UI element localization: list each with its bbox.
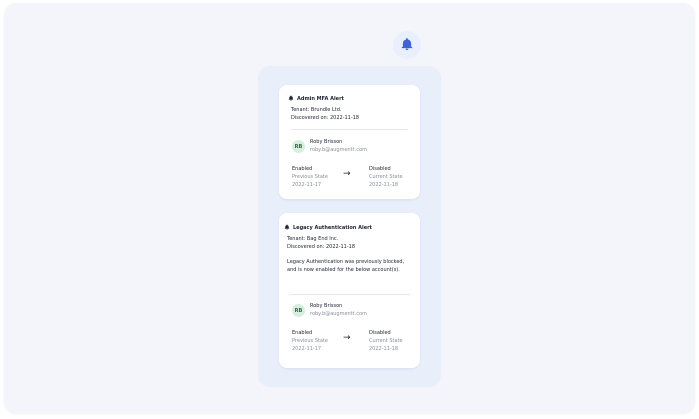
alert-discovered-date: Discovered on: 2022-11-18 [287,244,356,250]
user-name: Roby Brisson [310,303,343,309]
divider [289,294,410,295]
alert-tenant: Tenant: Brundle Ltd. [291,107,342,113]
notifications-button[interactable] [393,31,421,59]
user-name: Roby Brisson [310,139,343,145]
current-state-date: 2022-11-18 [369,182,399,188]
divider [291,129,408,130]
alert-title-row: Admin MFA Alert [288,95,344,103]
user-email: roby.b@augmentt.com [310,311,367,317]
current-state-value: Disabled [369,330,391,336]
avatar: RB [292,140,305,153]
arrow-right-icon: → [343,333,351,343]
previous-state-label: Previous State [292,174,328,180]
bell-icon [284,224,290,232]
previous-state-value: Enabled [292,166,313,172]
previous-state-value: Enabled [292,330,313,336]
current-state-value: Disabled [369,166,391,172]
bell-icon [400,36,414,55]
alert-title-row: Legacy Authentication Alert [284,224,372,232]
alert-discovered-date: Discovered on: 2022-11-18 [291,115,360,121]
previous-state: Enabled Previous State 2022-11-17 [292,165,328,189]
alert-description: Legacy Authentication was previously blo… [287,259,405,273]
previous-state-date: 2022-11-17 [292,182,322,188]
alert-title: Legacy Authentication Alert [293,225,372,231]
current-state: Disabled Current State 2022-11-18 [369,329,403,353]
previous-state-label: Previous State [292,338,328,344]
avatar: RB [292,304,305,317]
current-state-label: Current State [369,338,403,344]
user-email: roby.b@augmentt.com [310,147,367,153]
alert-tenant: Tenant: Bag End Inc. [287,236,339,242]
previous-state-date: 2022-11-17 [292,346,322,352]
alert-title: Admin MFA Alert [297,96,344,102]
arrow-right-icon: → [343,169,351,179]
current-state-label: Current State [369,174,403,180]
bell-icon [288,95,294,103]
current-state: Disabled Current State 2022-11-18 [369,165,403,189]
previous-state: Enabled Previous State 2022-11-17 [292,329,328,353]
current-state-date: 2022-11-18 [369,346,399,352]
